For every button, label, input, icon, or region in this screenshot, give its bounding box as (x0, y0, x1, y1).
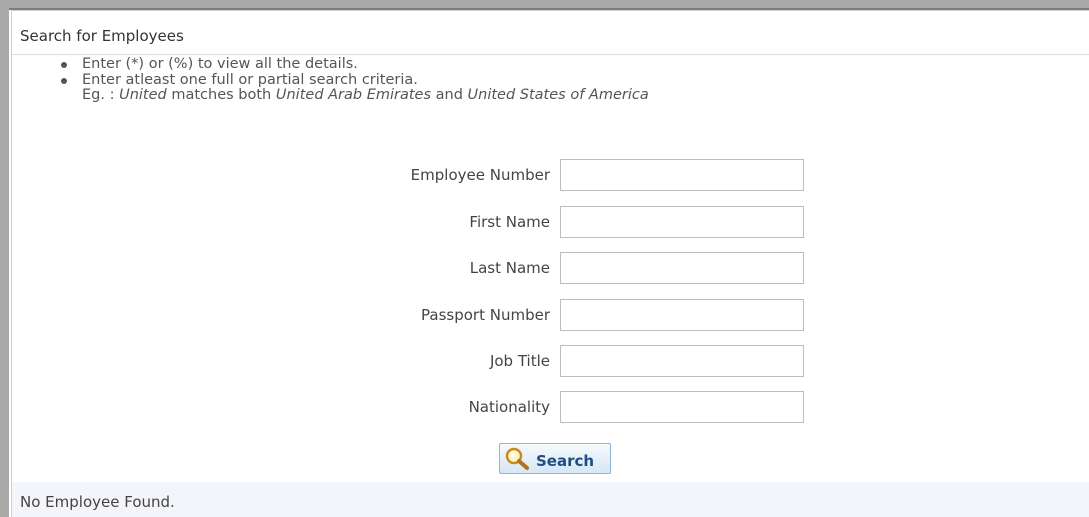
job-title-label: Job Title (489, 352, 550, 370)
job-title-input[interactable] (560, 345, 804, 377)
form-row-employee-number: Employee Number (12, 159, 812, 191)
form-row-last-name: Last Name (12, 252, 812, 284)
search-button[interactable]: Search (499, 443, 611, 474)
form-row-passport-number: Passport Number (12, 299, 812, 331)
search-button-label: Search (536, 452, 595, 470)
panel-title: Search for Employees (20, 27, 184, 45)
instruction-text: Enter atleast one full or partial search… (82, 71, 418, 88)
title-divider (12, 54, 1089, 55)
bullet-icon (61, 62, 67, 68)
example-term: United (119, 87, 167, 103)
instruction-item: Enter (*) or (%) to view all the details… (61, 56, 649, 73)
first-name-input[interactable] (560, 206, 804, 238)
status-bar: No Employee Found. (12, 482, 1089, 517)
last-name-label: Last Name (469, 259, 550, 277)
employee-number-input[interactable] (560, 159, 804, 191)
window-frame: Search for Employees Enter (*) or (%) to… (0, 0, 1089, 517)
instructions-list: Enter (*) or (%) to view all the details… (61, 56, 649, 104)
status-message: No Employee Found. (20, 493, 175, 511)
search-panel: Search for Employees Enter (*) or (%) to… (11, 10, 1089, 517)
example-and: and (431, 87, 468, 103)
first-name-label: First Name (469, 213, 550, 231)
passport-number-label: Passport Number (421, 306, 550, 324)
example-middle: matches both (166, 87, 276, 103)
instruction-text: Enter (*) or (%) to view all the details… (82, 56, 358, 72)
form-row-first-name: First Name (12, 206, 812, 238)
passport-number-input[interactable] (560, 299, 804, 331)
instruction-item: Enter atleast one full or partial search… (61, 71, 649, 89)
employee-number-label: Employee Number (410, 166, 550, 184)
nationality-input[interactable] (560, 391, 804, 423)
form-row-nationality: Nationality (12, 391, 812, 423)
magnifier-icon (505, 447, 529, 470)
example-prefix: Eg. : (82, 87, 120, 103)
bullet-icon (61, 77, 67, 84)
last-name-input[interactable] (560, 252, 804, 284)
example-match-1: United Arab Emirates (275, 87, 432, 103)
nationality-label: Nationality (468, 398, 550, 416)
form-row-job-title: Job Title (12, 345, 812, 377)
example-match-2: United States of America (467, 87, 649, 103)
instruction-example: Eg. : United matches both United Arab Em… (61, 87, 649, 104)
